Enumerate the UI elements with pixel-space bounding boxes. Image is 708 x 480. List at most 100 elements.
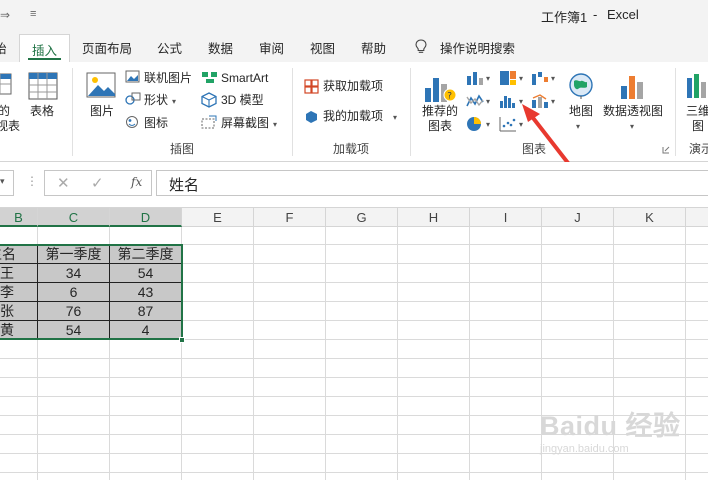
recommended-charts-label-2[interactable]: 图表 (428, 119, 452, 134)
column-header-j[interactable]: J (542, 208, 614, 227)
column-header-b[interactable]: B (0, 208, 38, 227)
pivot-chart-icon[interactable] (620, 72, 648, 100)
table-cell-name[interactable]: 王 (0, 264, 37, 283)
table-cell-q1[interactable]: 76 (38, 302, 109, 321)
column-chart-icon[interactable] (466, 70, 484, 86)
tab-data[interactable]: 数据 (208, 38, 233, 57)
column-header-d[interactable]: D (110, 208, 182, 227)
column-header-c[interactable]: C (38, 208, 110, 227)
header-cell-name[interactable]: 生名 (0, 245, 38, 264)
hierarchy-chart-dropdown-icon[interactable]: ▾ (519, 74, 523, 83)
hierarchy-chart-icon[interactable] (499, 70, 517, 86)
shapes-dropdown-icon[interactable]: ▾ (172, 97, 176, 106)
pivot-table-label-1[interactable]: 的 (0, 104, 10, 119)
table-icon[interactable] (28, 72, 58, 100)
pivot-chart-button-label[interactable]: 数据透视图 (603, 104, 663, 119)
statistic-chart-dropdown-icon[interactable]: ▾ (519, 97, 523, 106)
tab-view[interactable]: 视图 (310, 38, 335, 57)
3d-map-icon[interactable] (686, 72, 708, 100)
insert-function-icon[interactable]: fx (131, 175, 142, 189)
group-separator (72, 68, 73, 156)
recommended-charts-label-1[interactable]: 推荐的 (422, 104, 458, 119)
column-header-e[interactable]: E (182, 208, 254, 227)
3d-models-button[interactable]: 3D 模型 (221, 93, 264, 108)
tab-review[interactable]: 审阅 (259, 38, 284, 57)
column-chart-dropdown-icon[interactable]: ▾ (486, 74, 490, 83)
cancel-entry-icon[interactable]: ✕ (57, 174, 70, 192)
formula-bar: ▾ ⋮ ✕ ✓ fx 姓名 (0, 162, 708, 208)
online-pictures-icon[interactable] (125, 70, 141, 84)
3d-models-icon[interactable] (201, 92, 217, 108)
line-chart-icon[interactable] (466, 93, 484, 109)
statistic-chart-icon[interactable] (499, 93, 517, 109)
pictures-icon[interactable] (86, 70, 118, 100)
combo-chart-dropdown-icon[interactable]: ▾ (551, 97, 555, 106)
tab-help[interactable]: 帮助 (361, 38, 386, 57)
waterfall-chart-icon[interactable] (531, 70, 549, 86)
column-header-h[interactable]: H (398, 208, 470, 227)
formula-bar-grip-icon[interactable]: ⋮ (26, 174, 38, 188)
table-button-label[interactable]: 表格 (30, 104, 54, 119)
scatter-chart-icon[interactable] (499, 116, 517, 132)
screenshot-dropdown-icon[interactable]: ▾ (273, 120, 277, 129)
table-cell-q1[interactable]: 34 (38, 264, 109, 283)
column-header-g[interactable]: G (326, 208, 398, 227)
get-addins-button[interactable]: 获取加载项 (323, 79, 383, 94)
screenshot-icon[interactable] (201, 115, 217, 129)
quick-access-customize-icon[interactable]: ≡ (30, 8, 36, 20)
icons-icon[interactable] (125, 115, 141, 129)
quick-access-redo-icon[interactable]: ⇒ (0, 8, 10, 22)
icons-button[interactable]: 图标 (144, 116, 168, 131)
column-header-k[interactable]: K (614, 208, 686, 227)
my-addins-icon[interactable] (304, 109, 319, 124)
smartart-icon[interactable] (201, 70, 219, 84)
table-cell-name[interactable]: 张 (0, 302, 37, 321)
header-cell-q1[interactable]: 第一季度 (38, 245, 109, 264)
pivot-table-label-2[interactable]: 视表 (0, 119, 20, 134)
maps-dropdown-icon[interactable]: ▾ (576, 122, 580, 131)
enter-entry-icon[interactable]: ✓ (91, 174, 104, 192)
waterfall-chart-dropdown-icon[interactable]: ▾ (551, 74, 555, 83)
header-cell-q2[interactable]: 第二季度 (110, 245, 181, 264)
pie-chart-icon[interactable] (466, 116, 484, 132)
tab-page-layout[interactable]: 页面布局 (82, 38, 132, 57)
tell-me-search[interactable]: 操作说明搜索 (440, 38, 515, 57)
shapes-icon[interactable] (125, 92, 141, 106)
formula-input[interactable]: 姓名 (156, 170, 708, 196)
tab-home[interactable]: 始 (0, 38, 7, 57)
table-cell-name[interactable]: 黄 (0, 321, 37, 340)
pictures-button-label[interactable]: 图片 (90, 104, 114, 119)
recommended-charts-icon[interactable]: ? (424, 74, 458, 104)
my-addins-button[interactable]: 我的加载项 (323, 109, 383, 124)
tab-formulas[interactable]: 公式 (157, 38, 182, 57)
table-cell-q2[interactable]: 43 (110, 283, 181, 302)
column-header-f[interactable]: F (254, 208, 326, 227)
table-cell-q2[interactable]: 54 (110, 264, 181, 283)
column-header-i[interactable]: I (470, 208, 542, 227)
3d-map-label-1[interactable]: 三维 (686, 104, 708, 119)
scatter-chart-dropdown-icon[interactable]: ▾ (519, 120, 523, 129)
pivot-table-icon[interactable] (0, 70, 14, 98)
name-box-dropdown-icon[interactable]: ▾ (0, 176, 5, 187)
smartart-button[interactable]: SmartArt (221, 71, 268, 86)
table-cell-name[interactable]: 李 (0, 283, 37, 302)
screenshot-button[interactable]: 屏幕截图 (221, 116, 269, 131)
online-pictures-button[interactable]: 联机图片 (144, 71, 192, 86)
table-cell-q2[interactable]: 87 (110, 302, 181, 321)
store-icon[interactable] (304, 79, 319, 94)
charts-dialog-launcher-icon[interactable] (662, 146, 670, 154)
combo-chart-icon[interactable] (531, 93, 549, 109)
my-addins-dropdown-icon[interactable]: ▾ (393, 113, 397, 122)
pie-chart-dropdown-icon[interactable]: ▾ (486, 120, 490, 129)
map-chart-icon[interactable] (568, 72, 594, 100)
table-cell-q1[interactable]: 6 (38, 283, 109, 302)
3d-map-label-2[interactable]: 图 (692, 119, 704, 134)
shapes-button[interactable]: 形状 (144, 93, 168, 108)
maps-button-label[interactable]: 地图 (569, 104, 593, 119)
pivot-chart-dropdown-icon[interactable]: ▾ (630, 122, 634, 131)
table-cell-q1[interactable]: 54 (38, 321, 109, 340)
line-chart-dropdown-icon[interactable]: ▾ (486, 97, 490, 106)
illustrations-group-label: 插图 (170, 142, 195, 156)
table-cell-q2[interactable]: 4 (110, 321, 181, 340)
tab-insert[interactable]: 插入 (19, 34, 71, 63)
